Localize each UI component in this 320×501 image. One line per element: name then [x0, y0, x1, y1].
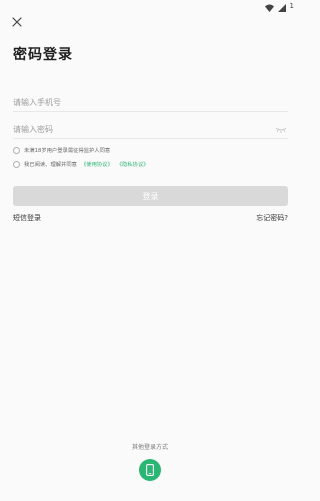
- wifi-icon: [264, 0, 274, 16]
- signal-icon: [277, 0, 286, 16]
- minor-consent-radio[interactable]: [13, 146, 20, 154]
- status-bar: 1: [0, 0, 300, 12]
- password-input[interactable]: [13, 119, 288, 140]
- forgot-password-link[interactable]: 忘记密码?: [256, 213, 288, 223]
- close-button[interactable]: [9, 13, 25, 29]
- status-icons: 1: [264, 1, 294, 12]
- privacy-policy-link[interactable]: 《隐私协议》: [117, 160, 149, 168]
- page-title: 密码登录: [13, 47, 73, 63]
- password-field: [13, 117, 288, 140]
- other-login-methods-label: 其他登录方式: [131, 444, 168, 451]
- agreement-prefix: 我已阅读、理解并同意: [24, 162, 77, 168]
- phone-icon: [146, 461, 154, 480]
- agreement-row: 我已阅读、理解并同意 《使用协议》 《隐私协议》: [13, 160, 149, 168]
- minor-consent-row: 未满18岁用户登录需征得监护人同意: [13, 146, 110, 154]
- password-visibility-toggle[interactable]: [274, 123, 288, 133]
- close-icon: [12, 12, 22, 31]
- phone-login-button[interactable]: [139, 459, 161, 481]
- agreement-radio[interactable]: [13, 160, 20, 168]
- battery-level: 1: [289, 2, 294, 10]
- login-button[interactable]: 登录: [13, 186, 288, 206]
- phone-input[interactable]: [13, 92, 288, 113]
- eye-closed-icon: [275, 118, 287, 137]
- sms-login-link[interactable]: 短信登录: [13, 213, 41, 223]
- user-agreement-link[interactable]: 《使用协议》: [81, 160, 113, 168]
- phone-field: [13, 90, 288, 113]
- minor-consent-text: 未满18岁用户登录需征得监护人同意: [24, 148, 111, 154]
